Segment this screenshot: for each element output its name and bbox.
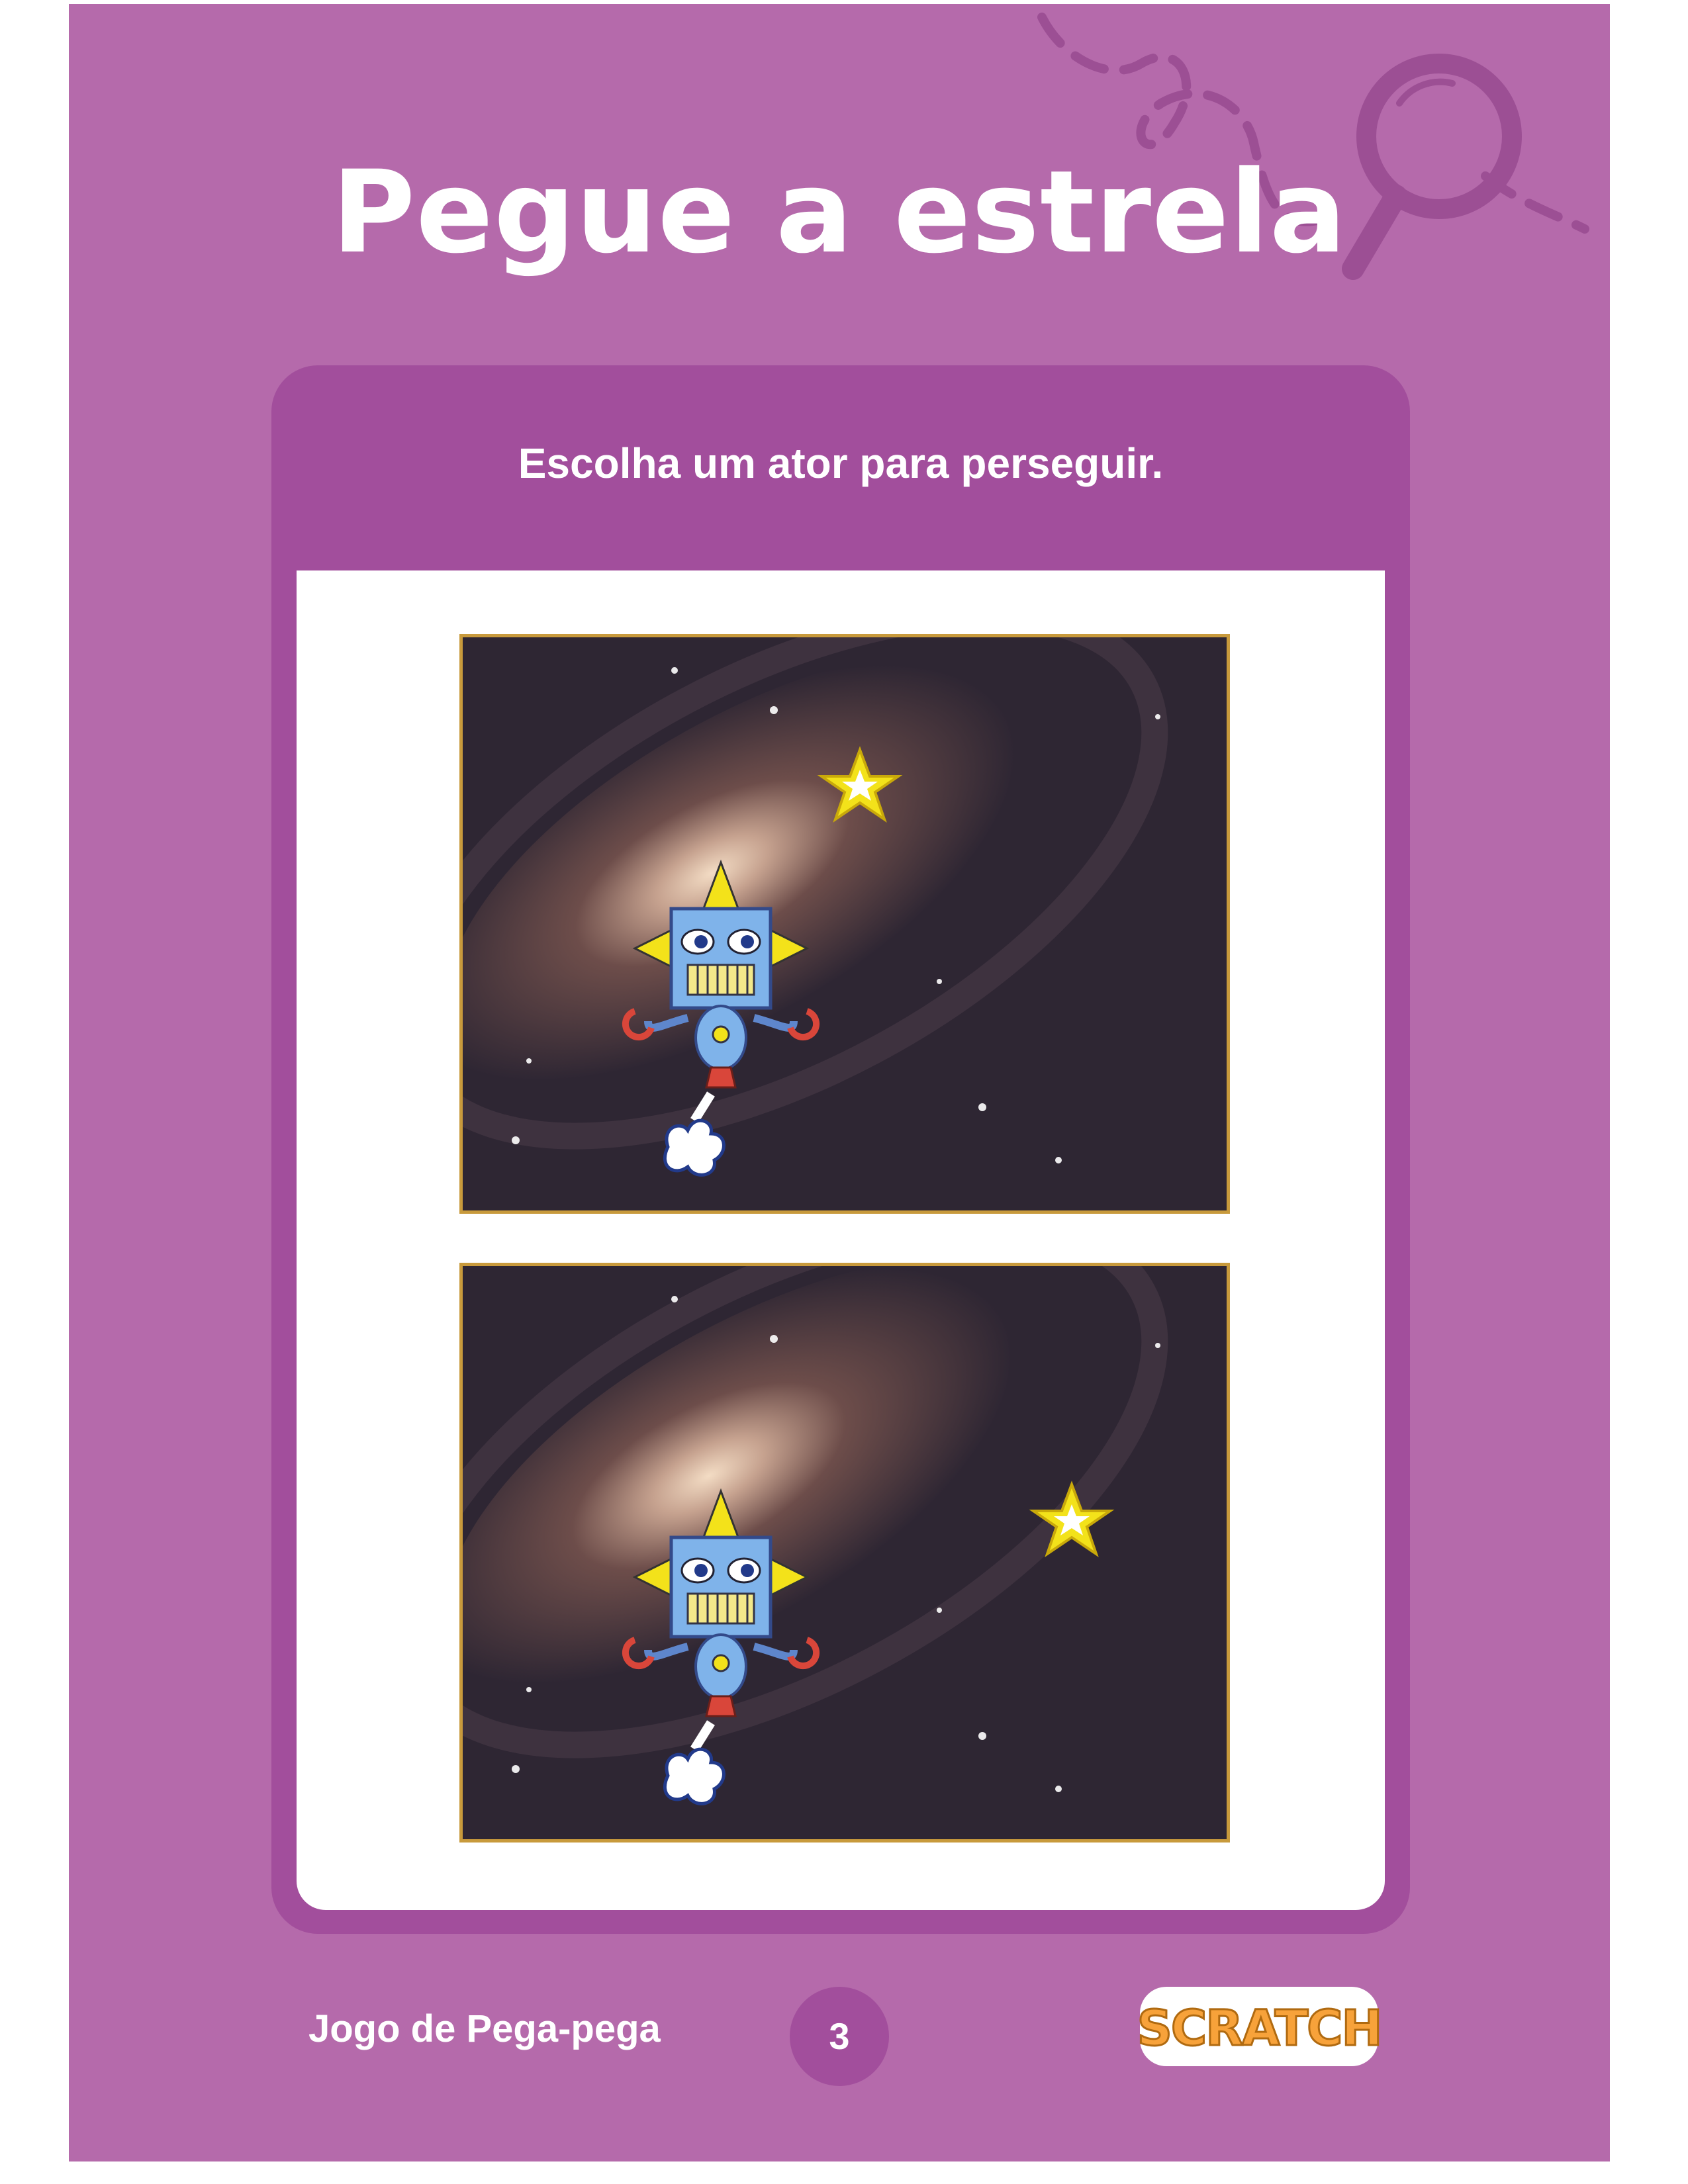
page-number-badge: 3 bbox=[790, 1987, 889, 2086]
scene-image-bottom bbox=[459, 1263, 1230, 1843]
instruction-text: Escolha um ator para perseguir. bbox=[518, 439, 1164, 487]
page-card: Pegue a estrela Escolha um ator para per… bbox=[69, 4, 1610, 2161]
scene-image-top bbox=[459, 634, 1230, 1214]
footer-label: Jogo de Pega-pega bbox=[308, 2007, 661, 2050]
page-number: 3 bbox=[829, 2015, 850, 2057]
instruction-panel: Escolha um ator para perseguir. bbox=[271, 365, 1410, 1934]
image-container bbox=[297, 570, 1385, 1910]
page-title: Pegue a estrela bbox=[332, 146, 1347, 279]
svg-text:SCRATCH: SCRATCH bbox=[1137, 2000, 1382, 2057]
scratch-logo: SCRATCH bbox=[1136, 1987, 1383, 2066]
